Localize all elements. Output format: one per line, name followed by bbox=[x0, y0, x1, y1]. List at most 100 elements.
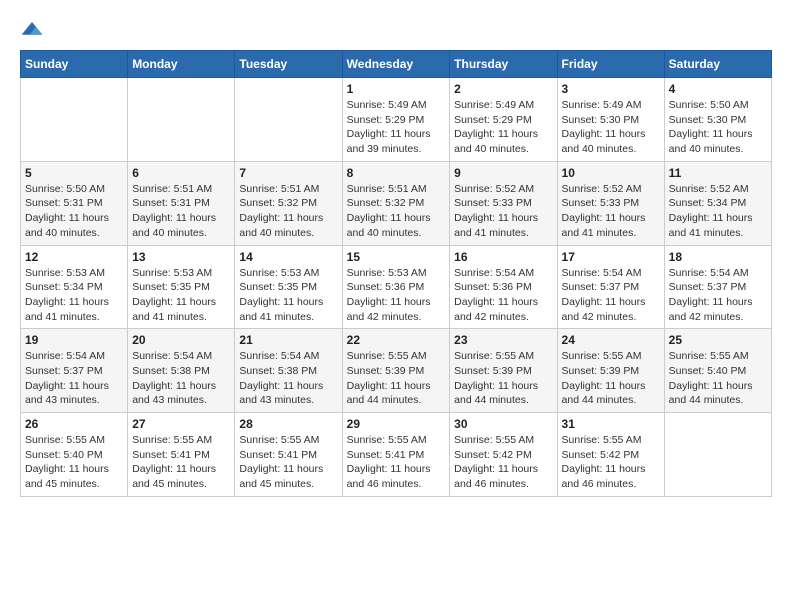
day-number: 8 bbox=[347, 166, 446, 180]
day-info: Sunrise: 5:50 AM Sunset: 5:31 PM Dayligh… bbox=[25, 182, 123, 241]
day-info: Sunrise: 5:53 AM Sunset: 5:35 PM Dayligh… bbox=[132, 266, 230, 325]
calendar-cell: 30 Sunrise: 5:55 AM Sunset: 5:42 PM Dayli… bbox=[450, 413, 557, 497]
day-number: 9 bbox=[454, 166, 552, 180]
calendar-cell: 31 Sunrise: 5:55 AM Sunset: 5:42 PM Dayli… bbox=[557, 413, 664, 497]
calendar-cell: 14 Sunrise: 5:53 AM Sunset: 5:35 PM Dayli… bbox=[235, 245, 342, 329]
day-info: Sunrise: 5:55 AM Sunset: 5:41 PM Dayligh… bbox=[132, 433, 230, 492]
calendar-cell: 8 Sunrise: 5:51 AM Sunset: 5:32 PM Daylig… bbox=[342, 161, 450, 245]
day-info: Sunrise: 5:52 AM Sunset: 5:33 PM Dayligh… bbox=[562, 182, 660, 241]
day-number: 2 bbox=[454, 82, 552, 96]
weekday-header-friday: Friday bbox=[557, 51, 664, 78]
calendar-table: SundayMondayTuesdayWednesdayThursdayFrid… bbox=[20, 50, 772, 497]
weekday-header-saturday: Saturday bbox=[664, 51, 771, 78]
day-number: 22 bbox=[347, 333, 446, 347]
day-number: 18 bbox=[669, 250, 767, 264]
day-info: Sunrise: 5:49 AM Sunset: 5:30 PM Dayligh… bbox=[562, 98, 660, 157]
calendar-cell: 5 Sunrise: 5:50 AM Sunset: 5:31 PM Daylig… bbox=[21, 161, 128, 245]
day-info: Sunrise: 5:53 AM Sunset: 5:34 PM Dayligh… bbox=[25, 266, 123, 325]
day-info: Sunrise: 5:55 AM Sunset: 5:41 PM Dayligh… bbox=[347, 433, 446, 492]
calendar-body: 1 Sunrise: 5:49 AM Sunset: 5:29 PM Daylig… bbox=[21, 78, 772, 497]
calendar-cell: 29 Sunrise: 5:55 AM Sunset: 5:41 PM Dayli… bbox=[342, 413, 450, 497]
logo bbox=[20, 20, 48, 40]
calendar-cell: 21 Sunrise: 5:54 AM Sunset: 5:38 PM Dayli… bbox=[235, 329, 342, 413]
day-info: Sunrise: 5:54 AM Sunset: 5:37 PM Dayligh… bbox=[669, 266, 767, 325]
day-info: Sunrise: 5:55 AM Sunset: 5:42 PM Dayligh… bbox=[562, 433, 660, 492]
day-info: Sunrise: 5:52 AM Sunset: 5:34 PM Dayligh… bbox=[669, 182, 767, 241]
day-info: Sunrise: 5:55 AM Sunset: 5:40 PM Dayligh… bbox=[25, 433, 123, 492]
calendar-cell: 20 Sunrise: 5:54 AM Sunset: 5:38 PM Dayli… bbox=[128, 329, 235, 413]
calendar-cell bbox=[128, 78, 235, 162]
weekday-header-thursday: Thursday bbox=[450, 51, 557, 78]
day-info: Sunrise: 5:52 AM Sunset: 5:33 PM Dayligh… bbox=[454, 182, 552, 241]
day-number: 29 bbox=[347, 417, 446, 431]
calendar-cell bbox=[21, 78, 128, 162]
day-info: Sunrise: 5:55 AM Sunset: 5:42 PM Dayligh… bbox=[454, 433, 552, 492]
page-header bbox=[20, 20, 772, 40]
day-number: 7 bbox=[239, 166, 337, 180]
day-number: 20 bbox=[132, 333, 230, 347]
day-info: Sunrise: 5:55 AM Sunset: 5:40 PM Dayligh… bbox=[669, 349, 767, 408]
day-info: Sunrise: 5:55 AM Sunset: 5:41 PM Dayligh… bbox=[239, 433, 337, 492]
day-number: 23 bbox=[454, 333, 552, 347]
day-number: 24 bbox=[562, 333, 660, 347]
day-number: 15 bbox=[347, 250, 446, 264]
weekday-header-row: SundayMondayTuesdayWednesdayThursdayFrid… bbox=[21, 51, 772, 78]
calendar-header: SundayMondayTuesdayWednesdayThursdayFrid… bbox=[21, 51, 772, 78]
calendar-cell: 19Sunrise: 5:54 AM Sunset: 5:37 PM Dayli… bbox=[21, 329, 128, 413]
calendar-cell: 28 Sunrise: 5:55 AM Sunset: 5:41 PM Dayli… bbox=[235, 413, 342, 497]
day-info: Sunrise: 5:51 AM Sunset: 5:32 PM Dayligh… bbox=[347, 182, 446, 241]
calendar-cell: 11 Sunrise: 5:52 AM Sunset: 5:34 PM Dayli… bbox=[664, 161, 771, 245]
day-number: 31 bbox=[562, 417, 660, 431]
calendar-cell: 17 Sunrise: 5:54 AM Sunset: 5:37 PM Dayli… bbox=[557, 245, 664, 329]
week-row-1: 5 Sunrise: 5:50 AM Sunset: 5:31 PM Daylig… bbox=[21, 161, 772, 245]
day-info: Sunrise: 5:54 AM Sunset: 5:38 PM Dayligh… bbox=[132, 349, 230, 408]
week-row-3: 19Sunrise: 5:54 AM Sunset: 5:37 PM Dayli… bbox=[21, 329, 772, 413]
day-info: Sunrise: 5:53 AM Sunset: 5:36 PM Dayligh… bbox=[347, 266, 446, 325]
day-info: Sunrise: 5:55 AM Sunset: 5:39 PM Dayligh… bbox=[562, 349, 660, 408]
weekday-header-tuesday: Tuesday bbox=[235, 51, 342, 78]
calendar-cell: 1 Sunrise: 5:49 AM Sunset: 5:29 PM Daylig… bbox=[342, 78, 450, 162]
calendar-cell bbox=[235, 78, 342, 162]
day-number: 26 bbox=[25, 417, 123, 431]
day-number: 21 bbox=[239, 333, 337, 347]
calendar-cell: 9 Sunrise: 5:52 AM Sunset: 5:33 PM Daylig… bbox=[450, 161, 557, 245]
day-info: Sunrise: 5:54 AM Sunset: 5:36 PM Dayligh… bbox=[454, 266, 552, 325]
day-info: Sunrise: 5:54 AM Sunset: 5:37 PM Dayligh… bbox=[562, 266, 660, 325]
calendar-cell bbox=[664, 413, 771, 497]
calendar-cell: 24 Sunrise: 5:55 AM Sunset: 5:39 PM Dayli… bbox=[557, 329, 664, 413]
calendar-cell: 16Sunrise: 5:54 AM Sunset: 5:36 PM Dayli… bbox=[450, 245, 557, 329]
calendar-cell: 6Sunrise: 5:51 AM Sunset: 5:31 PM Daylig… bbox=[128, 161, 235, 245]
day-number: 27 bbox=[132, 417, 230, 431]
day-number: 13 bbox=[132, 250, 230, 264]
day-number: 30 bbox=[454, 417, 552, 431]
day-number: 5 bbox=[25, 166, 123, 180]
weekday-header-monday: Monday bbox=[128, 51, 235, 78]
day-number: 17 bbox=[562, 250, 660, 264]
calendar-cell: 4Sunrise: 5:50 AM Sunset: 5:30 PM Daylig… bbox=[664, 78, 771, 162]
calendar-cell: 13 Sunrise: 5:53 AM Sunset: 5:35 PM Dayli… bbox=[128, 245, 235, 329]
calendar-cell: 25 Sunrise: 5:55 AM Sunset: 5:40 PM Dayli… bbox=[664, 329, 771, 413]
day-number: 25 bbox=[669, 333, 767, 347]
day-info: Sunrise: 5:49 AM Sunset: 5:29 PM Dayligh… bbox=[347, 98, 446, 157]
day-number: 4 bbox=[669, 82, 767, 96]
day-number: 1 bbox=[347, 82, 446, 96]
day-number: 3 bbox=[562, 82, 660, 96]
day-number: 10 bbox=[562, 166, 660, 180]
calendar-cell: 23 Sunrise: 5:55 AM Sunset: 5:39 PM Dayli… bbox=[450, 329, 557, 413]
week-row-2: 12Sunrise: 5:53 AM Sunset: 5:34 PM Dayli… bbox=[21, 245, 772, 329]
day-info: Sunrise: 5:51 AM Sunset: 5:32 PM Dayligh… bbox=[239, 182, 337, 241]
day-info: Sunrise: 5:55 AM Sunset: 5:39 PM Dayligh… bbox=[347, 349, 446, 408]
calendar-cell: 22 Sunrise: 5:55 AM Sunset: 5:39 PM Dayli… bbox=[342, 329, 450, 413]
day-number: 14 bbox=[239, 250, 337, 264]
calendar-cell: 15 Sunrise: 5:53 AM Sunset: 5:36 PM Dayli… bbox=[342, 245, 450, 329]
day-info: Sunrise: 5:53 AM Sunset: 5:35 PM Dayligh… bbox=[239, 266, 337, 325]
day-number: 28 bbox=[239, 417, 337, 431]
day-info: Sunrise: 5:51 AM Sunset: 5:31 PM Dayligh… bbox=[132, 182, 230, 241]
calendar-cell: 12Sunrise: 5:53 AM Sunset: 5:34 PM Dayli… bbox=[21, 245, 128, 329]
day-number: 11 bbox=[669, 166, 767, 180]
day-info: Sunrise: 5:55 AM Sunset: 5:39 PM Dayligh… bbox=[454, 349, 552, 408]
weekday-header-sunday: Sunday bbox=[21, 51, 128, 78]
day-info: Sunrise: 5:54 AM Sunset: 5:38 PM Dayligh… bbox=[239, 349, 337, 408]
day-number: 19 bbox=[25, 333, 123, 347]
day-info: Sunrise: 5:49 AM Sunset: 5:29 PM Dayligh… bbox=[454, 98, 552, 157]
